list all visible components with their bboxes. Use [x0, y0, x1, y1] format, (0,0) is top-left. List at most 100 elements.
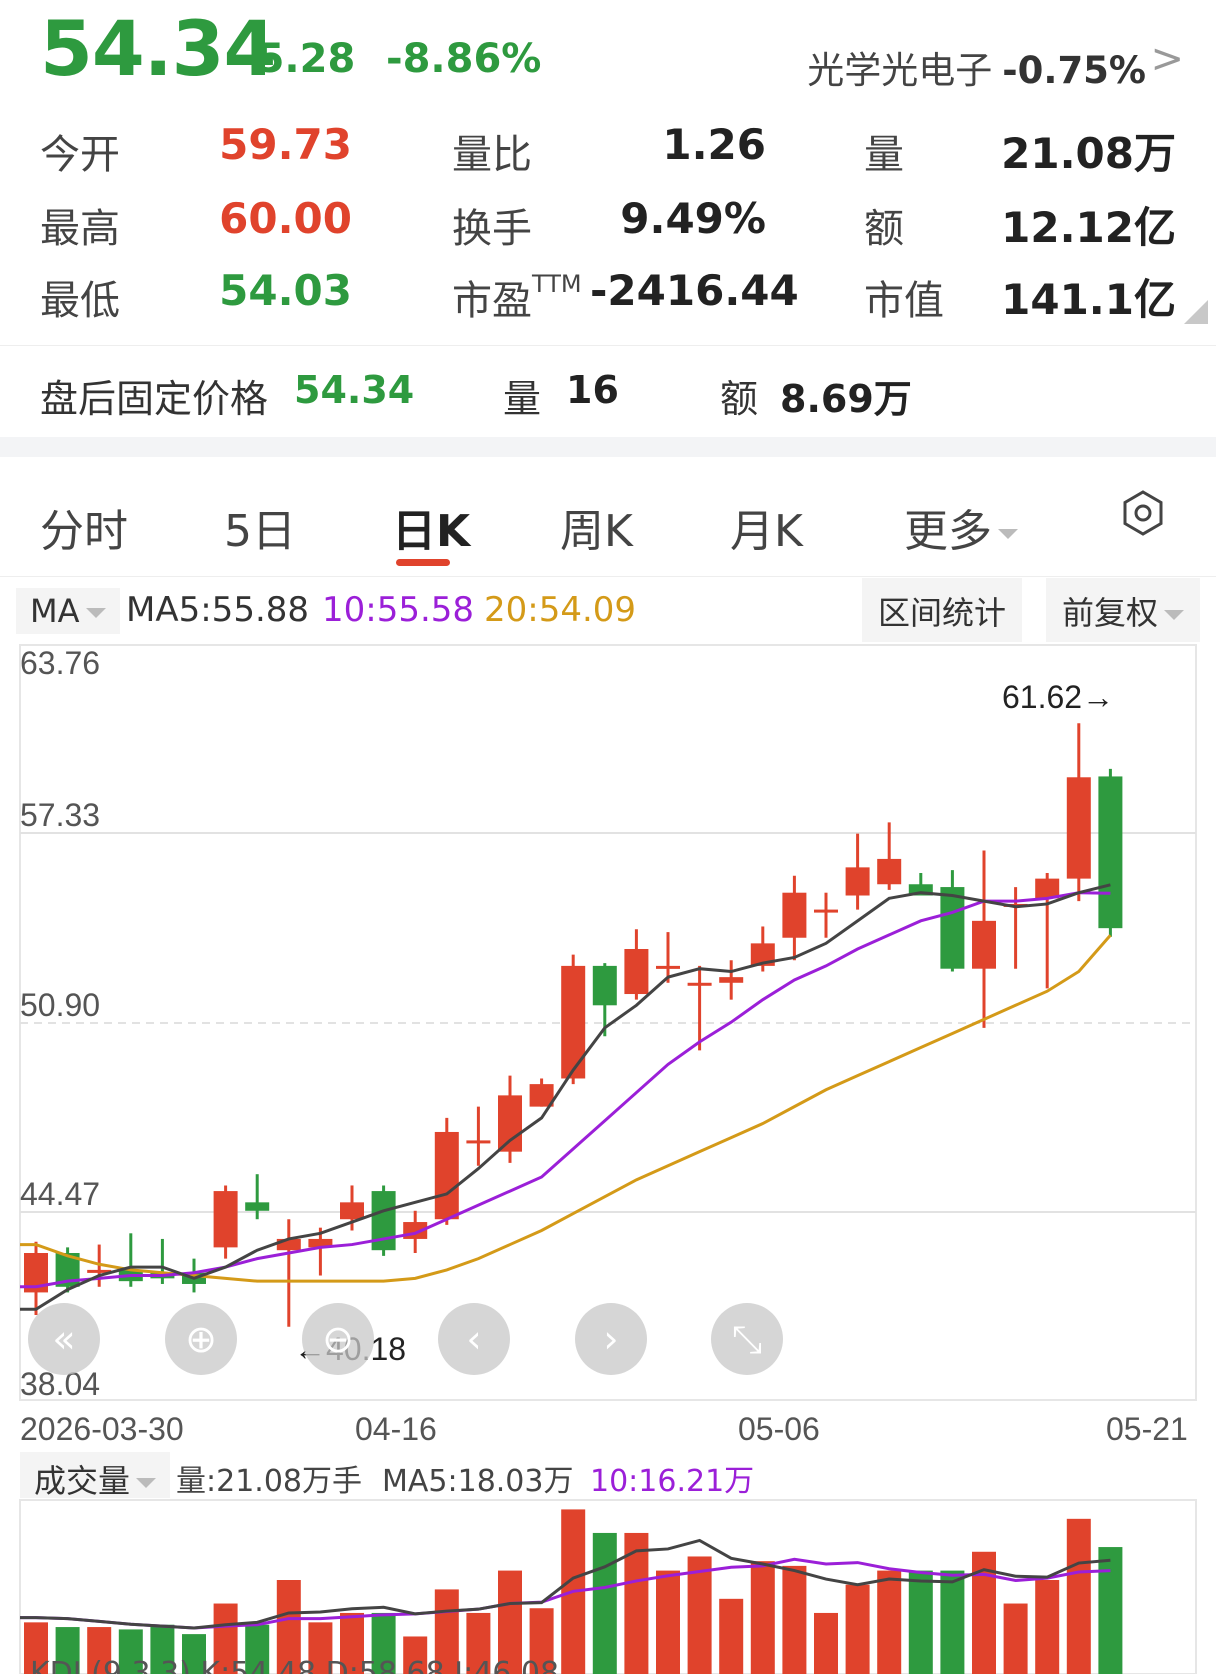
volume-bar: 成交量 量:21.08万手 MA5:18.03万 10:16.21万 [0, 1452, 1216, 1502]
candle [845, 833, 870, 910]
candle [972, 850, 996, 1028]
caret-down-icon [85, 608, 106, 618]
turnover-value: 9.49% [620, 194, 766, 243]
volume-ma10: 10:16.21万 [590, 1464, 755, 1499]
volume-bar [845, 1584, 870, 1674]
tab-daily-k[interactable]: 日K [392, 495, 470, 559]
high-label: 最高 [40, 206, 120, 252]
candle [592, 963, 617, 1037]
candle-body [845, 867, 870, 896]
sector-change: -0.75% [1002, 49, 1146, 92]
after-hours-amt-label: 额 [720, 377, 759, 421]
low-label: 最低 [40, 278, 120, 324]
volume-label: 量 [864, 132, 904, 178]
kdj-indicator: KDJ (9,3,3) K:54.48 D:58.68 J:46.08 [30, 1656, 560, 1674]
candle-body [498, 1095, 522, 1152]
candle-body [782, 892, 807, 938]
volume-value: 21.08万 [1001, 129, 1176, 178]
left-icon[interactable]: ‹ [438, 1303, 510, 1375]
ma5-value: MA5:55.88 [126, 590, 310, 630]
tab-more[interactable]: 更多 [904, 495, 1018, 559]
range-stats-button[interactable]: 区间统计 [862, 578, 1023, 642]
settings-icon[interactable] [1120, 490, 1166, 536]
volume-bar [782, 1565, 807, 1674]
candle [1066, 723, 1091, 902]
after-hours-vol: 16 [566, 368, 619, 412]
y-tick-label: 57.33 [20, 797, 100, 833]
volume-bar [656, 1570, 680, 1674]
candle [213, 1185, 238, 1259]
turnover-label: 换手 [452, 206, 532, 252]
y-tick-label: 63.76 [20, 645, 100, 681]
price-change: -5.28 [240, 36, 356, 82]
candle-body [972, 920, 996, 969]
high-value: 60.00 [219, 194, 352, 243]
right-icon[interactable]: › [575, 1303, 647, 1375]
candle-body [687, 982, 712, 986]
candle-body [814, 909, 838, 913]
candle-body [434, 1131, 459, 1220]
quote-header: 54.34 -5.28 -8.86% 光学光电子 -0.75% > 今开 59.7… [0, 0, 1216, 345]
zoom-in-icon[interactable]: ⊕ [165, 1303, 237, 1375]
volume-bar [1098, 1547, 1123, 1674]
mktcap-label: 市值 [864, 278, 944, 324]
volume-bar [877, 1570, 902, 1674]
mktcap-value: 141.1亿 [1001, 275, 1176, 324]
x-tick-label: 2026-03-30 [20, 1411, 184, 1447]
candle [466, 1106, 491, 1166]
tab-5day[interactable]: 5日 [224, 495, 296, 559]
vol-ratio-label: 量比 [452, 132, 532, 178]
caret-down-icon [1164, 610, 1185, 620]
candle [782, 875, 807, 961]
y-tick-label: 44.47 [20, 1176, 100, 1212]
volume-selector[interactable]: 成交量 [20, 1452, 171, 1500]
volume-bar [719, 1598, 744, 1674]
ma-selector[interactable]: MA [16, 588, 120, 634]
ma20-value: 20:54.09 [484, 590, 637, 630]
volume-bar [1066, 1518, 1091, 1674]
ma10-value: 10:55.58 [322, 590, 475, 630]
pe-value: -2416.44 [590, 266, 799, 315]
caret-down-icon [998, 529, 1018, 539]
double-left-icon[interactable]: « [28, 1303, 100, 1375]
tab-intraday[interactable]: 分时 [40, 495, 128, 559]
expand-icon[interactable]: ⤡ [711, 1303, 783, 1375]
candle-body [245, 1202, 270, 1211]
candle [529, 1078, 554, 1107]
volume-text: 量:21.08万手 [176, 1464, 362, 1499]
expand-corner-icon[interactable] [1184, 300, 1208, 324]
candle-body [1098, 776, 1123, 929]
candle [150, 1238, 175, 1284]
pe-label: 市盈TTM [452, 269, 582, 324]
volume-ma5: MA5:18.03万 [382, 1464, 574, 1499]
candle-body [592, 965, 617, 1006]
zoom-out-icon[interactable]: ⊖ [302, 1303, 374, 1375]
sector-link[interactable]: 光学光电子 -0.75% [807, 40, 1146, 94]
kline-chart[interactable]: 63.76 57.33 50.90 44.47 38.04 61.62→ ←40… [0, 640, 1216, 1674]
after-hours-price: 54.34 [294, 368, 415, 412]
after-hours-vol-label: 量 [503, 377, 542, 421]
candle-body [719, 977, 744, 983]
chevron-right-icon[interactable]: > [1150, 36, 1184, 82]
max-price-annotation: 61.62→ [1002, 679, 1114, 715]
x-tick-label: 05-06 [738, 1411, 820, 1447]
candle-body [561, 965, 586, 1079]
candle-body [340, 1202, 364, 1220]
candle-body [213, 1191, 238, 1248]
candle [814, 892, 838, 938]
candle-body [466, 1140, 491, 1144]
tab-monthly-k[interactable]: 月K [730, 495, 803, 559]
candle-body [877, 858, 902, 885]
candle [276, 1219, 301, 1327]
adjust-selector[interactable]: 前复权 [1046, 578, 1201, 642]
volume-bar [592, 1532, 617, 1674]
tab-weekly-k[interactable]: 周K [560, 495, 633, 559]
open-value: 59.73 [219, 120, 352, 169]
candle [434, 1117, 459, 1225]
section-divider [0, 437, 1216, 457]
sector-name: 光学光电子 [807, 49, 993, 92]
candle [1035, 872, 1060, 989]
volume-bar [908, 1570, 933, 1674]
volume-bar [1003, 1603, 1028, 1674]
candle-body [624, 948, 649, 995]
